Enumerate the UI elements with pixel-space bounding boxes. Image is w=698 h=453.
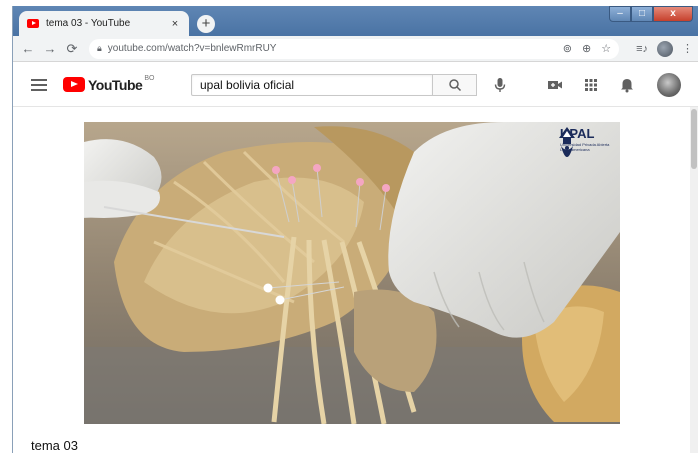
browser-tab[interactable]: tema 03 - YouTube ×	[19, 11, 189, 36]
account-avatar[interactable]	[657, 73, 681, 97]
maximize-button[interactable]: □	[631, 6, 653, 22]
close-window-button[interactable]: x	[653, 6, 693, 22]
browser-toolbar: ← → ⟳ 🔒︎ youtube.com/watch?v=bnlewRmrRUY…	[13, 36, 698, 62]
tab-title: tema 03 - YouTube	[46, 18, 131, 29]
mic-icon[interactable]	[491, 76, 509, 94]
video-frame	[84, 122, 620, 424]
video-title: tema 03	[31, 438, 78, 453]
playlist-icon[interactable]: ≡♪	[636, 43, 648, 55]
star-icon[interactable]: ☆	[601, 42, 611, 55]
reload-icon[interactable]: ⟳	[63, 40, 81, 58]
youtube-play-icon	[63, 77, 85, 92]
tab-strip: tema 03 - YouTube × + – □ x	[13, 6, 698, 36]
back-icon[interactable]: ←	[19, 40, 37, 58]
youtube-logo[interactable]: YouTube BO	[63, 74, 155, 93]
apps-icon[interactable]	[583, 77, 599, 93]
zoom-icon[interactable]: ⊕	[582, 42, 591, 55]
upal-logo-icon	[559, 127, 575, 157]
region-code: BO	[144, 74, 155, 82]
bell-icon[interactable]	[619, 77, 635, 93]
new-tab-button[interactable]: +	[197, 15, 215, 33]
url-text[interactable]: youtube.com/watch?v=bnlewRmrRUY	[108, 43, 553, 54]
window-controls: – □ x	[609, 6, 693, 22]
search-icon	[448, 79, 461, 92]
menu-icon[interactable]: ⋮	[682, 42, 693, 55]
create-video-icon[interactable]	[547, 77, 563, 93]
address-bar[interactable]: 🔒︎ youtube.com/watch?v=bnlewRmrRUY ⊚ ⊕ ☆	[89, 38, 620, 59]
scrollbar-thumb[interactable]	[691, 109, 697, 169]
profile-avatar[interactable]	[657, 40, 673, 57]
browser-window: tema 03 - YouTube × + – □ x ← → ⟳ 🔒︎ you…	[12, 6, 698, 453]
video-player[interactable]: UPAL Universidad Privada Abierta Latinoa…	[84, 122, 620, 424]
cast-icon[interactable]: ⊚	[563, 42, 572, 55]
lock-icon[interactable]: 🔒︎	[97, 43, 102, 54]
tab-close-icon[interactable]: ×	[169, 18, 181, 30]
youtube-header: YouTube BO	[13, 63, 698, 107]
forward-icon[interactable]: →	[41, 40, 59, 58]
search-button[interactable]	[433, 74, 477, 96]
youtube-logo-text: YouTube	[88, 76, 143, 93]
upal-watermark: UPAL Universidad Privada Abierta Latinoa…	[557, 126, 616, 157]
hamburger-menu-icon[interactable]	[31, 78, 47, 91]
minimize-button[interactable]: –	[609, 6, 631, 22]
youtube-favicon-icon	[27, 19, 39, 28]
search-input[interactable]	[191, 74, 433, 96]
toolbar-right: ≡♪ ⋮	[627, 40, 693, 57]
youtube-header-right	[527, 73, 681, 97]
